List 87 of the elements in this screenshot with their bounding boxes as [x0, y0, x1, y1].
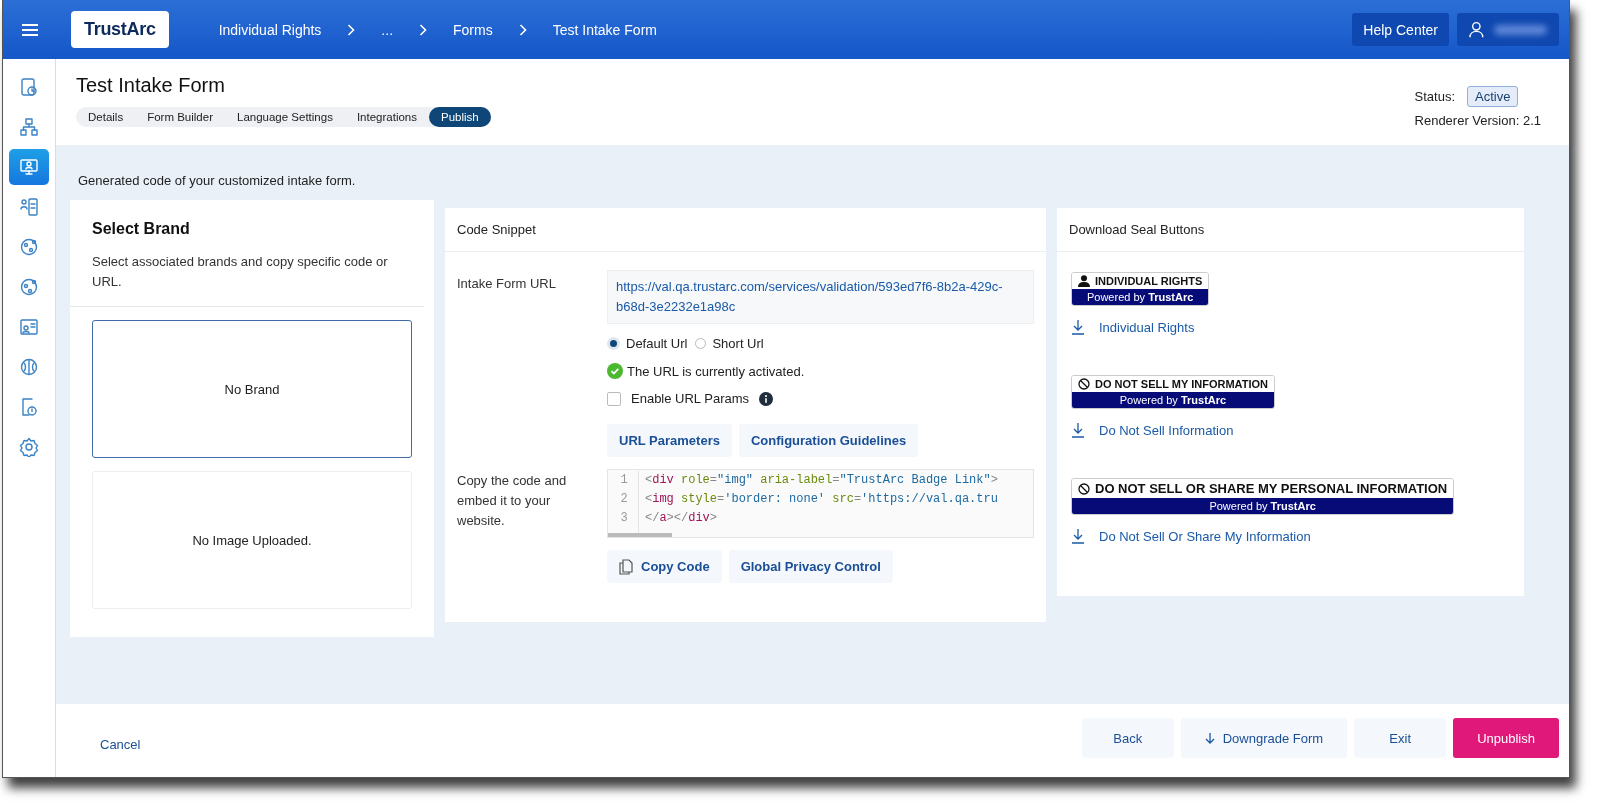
field-label: Copy the code and embed it to your website. [457, 472, 568, 530]
download-icon [1071, 528, 1085, 544]
status-message: The URL is currently activated. [627, 363, 805, 379]
renderer-version: Renderer Version: 2.1 [1414, 113, 1541, 128]
chevron-right-icon [347, 23, 356, 36]
download-link[interactable]: Do Not Sell Information [1071, 422, 1234, 438]
user-list-icon [19, 197, 39, 217]
brand-option[interactable]: No Image Uploaded. [92, 471, 412, 609]
seal-title: INDIVIDUAL RIGHTS [1095, 275, 1203, 287]
document-clock-icon [19, 397, 39, 417]
menu-icon[interactable] [21, 22, 39, 37]
card-title: Code Snippet [445, 208, 1046, 252]
link-button[interactable]: URL Parameters [607, 424, 732, 457]
link-button[interactable]: Configuration Guidelines [738, 424, 919, 457]
user-menu-button[interactable] [1457, 13, 1559, 46]
tab[interactable]: Form Builder [135, 107, 225, 127]
check-circle-icon [607, 363, 623, 379]
page-title: Test Intake Form [76, 74, 226, 97]
radio-label: Short Url [712, 336, 764, 351]
prohibited-icon [1078, 378, 1090, 390]
person-icon [1078, 275, 1090, 287]
line-number: 1 [619, 472, 629, 489]
intro-text: Generated code of your customized intake form. [78, 173, 357, 188]
globe-icon [19, 357, 39, 377]
link-button[interactable]: Global Privacy Control [728, 550, 893, 583]
card-description: Select associated brands and copy specific code or URL. [92, 253, 389, 291]
code-line: </a></div> [645, 510, 719, 527]
powered-by-text: Powered by TrustArc [1072, 498, 1454, 514]
chevron-right-icon [419, 23, 428, 36]
blurred-name [1493, 24, 1547, 35]
profile-card-icon [19, 317, 39, 337]
line-number: 2 [619, 491, 629, 508]
cookie-icon [19, 237, 39, 257]
powered-by-text: Powered by TrustArc [1072, 289, 1209, 305]
breadcrumb-link[interactable]: ... [355, 21, 420, 38]
card-title: Select Brand [92, 220, 191, 238]
status-label: Status: [1414, 89, 1455, 104]
seal-title: DO NOT SELL OR SHARE MY PERSONAL INFORMATION [1095, 481, 1448, 496]
user-icon [1469, 20, 1484, 39]
unpublish-button[interactable]: Unpublish [1453, 718, 1559, 758]
breadcrumb-link[interactable]: Forms [427, 21, 519, 38]
code-editor[interactable]: 1 2 3 <div role="img" aria-label="TrustArc Badge Link"> <img style='border: none' src='https://val.qa.tru </a></div> [607, 469, 1034, 538]
tab[interactable]: Publish [429, 107, 491, 127]
scrollbar-thumb [608, 533, 672, 537]
status-badge: Active [1467, 86, 1519, 107]
help-center-button[interactable]: Help Center [1352, 13, 1449, 46]
radio-option[interactable]: Default Url [607, 336, 688, 351]
tab[interactable]: Language Settings [225, 107, 345, 127]
code-line: <img style='border: none' src='https://val.qa.tru [645, 491, 998, 508]
brand-option[interactable]: No Brand [92, 320, 412, 458]
footer-button[interactable]: Back [1081, 718, 1174, 758]
info-icon[interactable] [759, 391, 773, 406]
line-number: 3 [619, 510, 629, 527]
download-link[interactable]: Do Not Sell Or Share My Information [1071, 528, 1311, 544]
field-label: Intake Form URL [457, 275, 557, 293]
hierarchy-icon [19, 117, 39, 137]
footer-button[interactable]: Exit [1354, 718, 1447, 758]
report-icon [19, 77, 39, 97]
chevron-right-icon [518, 23, 527, 36]
footer-button[interactable]: Downgrade Form [1180, 718, 1348, 758]
sidebar-item[interactable] [9, 149, 49, 185]
radio-button[interactable] [695, 338, 707, 349]
download-icon [1071, 422, 1085, 438]
powered-by-text: Powered by TrustArc [1072, 392, 1274, 408]
seal-title: DO NOT SELL MY INFORMATION [1095, 378, 1268, 390]
card-title: Download Seal Buttons [1057, 208, 1524, 252]
copy-icon [619, 558, 633, 575]
logo[interactable]: TrustArc [71, 11, 169, 48]
tab[interactable]: Details [76, 107, 136, 127]
monitor-icon [19, 157, 39, 177]
download-icon [1071, 319, 1085, 335]
tab[interactable]: Integrations [344, 107, 429, 127]
breadcrumb-link[interactable]: Individual Rights [218, 21, 348, 38]
checkbox[interactable] [607, 391, 621, 406]
url-field[interactable]: https://val.qa.trustarc.com/services/validation/593ed7f6-8b2a-429c-b68d-3e2232e1a98c [607, 270, 1034, 324]
breadcrumb-link[interactable]: Test Intake Form [526, 21, 683, 38]
prohibited-icon [1078, 482, 1090, 495]
radio-label: Default Url [626, 336, 688, 351]
settings-icon [19, 437, 39, 457]
cookie-icon [19, 277, 39, 297]
code-line: <div role="img" aria-label="TrustArc Badge Link"> [645, 472, 998, 489]
copy-code-button[interactable]: Copy Code [607, 550, 722, 583]
radio-option[interactable]: Short Url [695, 336, 764, 351]
checkbox-label: Enable URL Params [631, 391, 749, 406]
cancel-link[interactable]: Cancel [100, 737, 141, 752]
arrow-down-icon [1204, 732, 1215, 744]
download-link[interactable]: Individual Rights [1071, 319, 1195, 335]
